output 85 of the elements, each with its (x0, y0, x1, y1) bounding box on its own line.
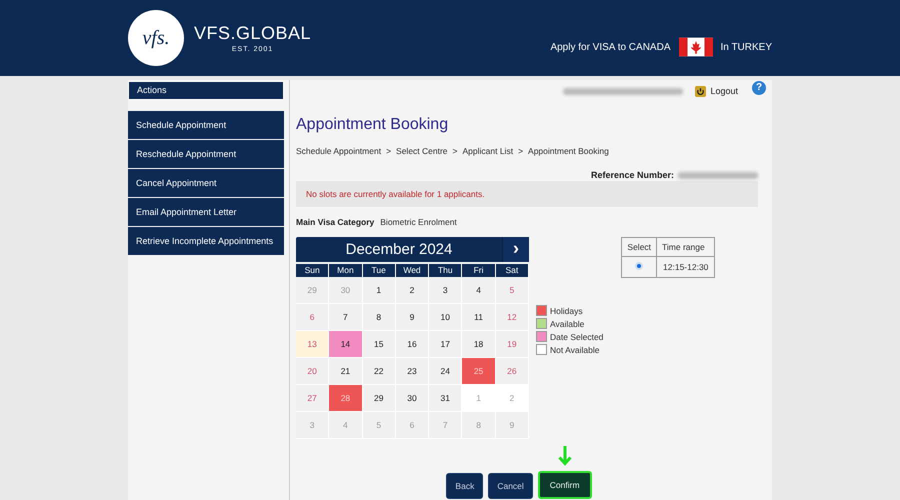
calendar-day: 5 (362, 412, 396, 439)
legend-label: Holidays (550, 306, 583, 316)
calendar-day[interactable]: 5 (496, 277, 529, 304)
table-cell: 12:15-12:30 (656, 256, 715, 278)
calendar-day[interactable]: 3 (429, 277, 462, 304)
breadcrumb-item[interactable]: Appointment Booking (528, 146, 609, 156)
action-button[interactable]: Confirm (538, 471, 592, 499)
calendar-day[interactable]: 9 (396, 304, 430, 331)
legend-label: Not Available (550, 344, 600, 354)
calendar-day[interactable]: 8 (362, 304, 396, 331)
breadcrumb-separator: > (452, 146, 458, 156)
logout-link[interactable]: Logout (710, 86, 738, 96)
calendar-day[interactable]: 14 (329, 331, 363, 358)
calendar-day: 4 (329, 412, 363, 439)
reference-label: Reference Number: (590, 170, 674, 180)
weekday-header: Sat (496, 264, 529, 277)
calendar-day[interactable]: 18 (462, 331, 496, 358)
action-button[interactable]: Cancel (488, 473, 533, 499)
calendar-day[interactable]: 10 (429, 304, 462, 331)
calendar-day[interactable]: 30 (396, 385, 430, 412)
weekday-header: Thu (429, 264, 462, 277)
power-icon (695, 86, 706, 96)
radio-button[interactable] (635, 262, 644, 270)
logo-mark: vfs. (142, 26, 170, 50)
calendar-day[interactable]: 20 (296, 358, 330, 385)
sidebar-title: Actions (128, 81, 284, 100)
weekday-header: Sun (296, 264, 330, 277)
calendar-day: 6 (396, 412, 430, 439)
calendar-day[interactable]: 2 (396, 277, 430, 304)
down-arrow-icon (558, 445, 572, 467)
breadcrumb-item[interactable]: Schedule Appointment (296, 146, 382, 156)
calendar-day[interactable]: 16 (396, 331, 430, 358)
sidebar-item[interactable]: Email Appointment Letter (128, 198, 284, 226)
calendar-day: 9 (496, 412, 529, 439)
column-header: Select (622, 238, 657, 256)
calendar-day[interactable]: 22 (362, 358, 396, 385)
legend-label: Date Selected (550, 332, 604, 342)
calendar-day[interactable]: 24 (429, 358, 462, 385)
calendar-day[interactable]: 12 (496, 304, 529, 331)
sidebar-item[interactable]: Retrieve Incomplete Appointments (128, 227, 284, 255)
calendar-day: 8 (462, 412, 496, 439)
weekday-header: Tue (362, 264, 396, 277)
calendar-day[interactable]: 11 (462, 304, 496, 331)
calendar-day[interactable]: 27 (296, 385, 330, 412)
country-text: In TURKEY (720, 42, 772, 52)
brand-name: VFS.GLOBAL (194, 23, 312, 44)
calendar-day[interactable]: 7 (329, 304, 363, 331)
flag-icon (678, 36, 712, 58)
month-title: December 2024 (344, 241, 454, 258)
sidebar-item[interactable]: Schedule Appointment (128, 111, 284, 139)
category-label: Main Visa Category (296, 217, 374, 227)
sidebar-item[interactable]: Cancel Appointment (128, 169, 284, 197)
help-button[interactable]: ? (752, 81, 766, 95)
calendar-day[interactable]: 29 (362, 385, 396, 412)
calendar-day[interactable]: 15 (362, 331, 396, 358)
sidebar-item[interactable]: Reschedule Appointment (128, 140, 284, 168)
breadcrumb-separator: > (518, 146, 524, 156)
calendar-day[interactable]: 17 (429, 331, 462, 358)
action-button[interactable]: Back (446, 473, 484, 499)
next-month-button[interactable]: › (502, 237, 529, 262)
calendar-day[interactable]: 13 (296, 331, 330, 358)
calendar-day: 30 (329, 277, 363, 304)
calendar-day[interactable]: 21 (329, 358, 363, 385)
legend-label: Available (550, 318, 584, 328)
calendar-day[interactable]: 19 (496, 331, 529, 358)
calendar-day: 29 (296, 277, 330, 304)
calendar-day[interactable]: 6 (296, 304, 330, 331)
apply-text: Apply for VISA to CANADA (550, 42, 670, 52)
calendar-day[interactable]: 31 (429, 385, 462, 412)
breadcrumb-item[interactable]: Select Centre (396, 146, 448, 156)
breadcrumb-separator: > (386, 146, 392, 156)
category-value: Biometric Enrolment (380, 217, 457, 227)
error-message: No slots are currently available for 1 applicants. (306, 189, 485, 199)
weekday-header: Mon (329, 264, 363, 277)
calendar-day[interactable]: 23 (396, 358, 430, 385)
calendar-day: 3 (296, 412, 330, 439)
weekday-header: Wed (396, 264, 430, 277)
calendar-day: 7 (429, 412, 462, 439)
page-title: Appointment Booking (296, 116, 450, 134)
calendar-day[interactable]: 1 (362, 277, 396, 304)
weekday-header: Fri (462, 264, 496, 277)
breadcrumb-item[interactable]: Applicant List (462, 146, 514, 156)
column-header: Time range (656, 238, 715, 256)
calendar-day[interactable]: 4 (462, 277, 496, 304)
calendar-day[interactable]: 26 (496, 358, 529, 385)
